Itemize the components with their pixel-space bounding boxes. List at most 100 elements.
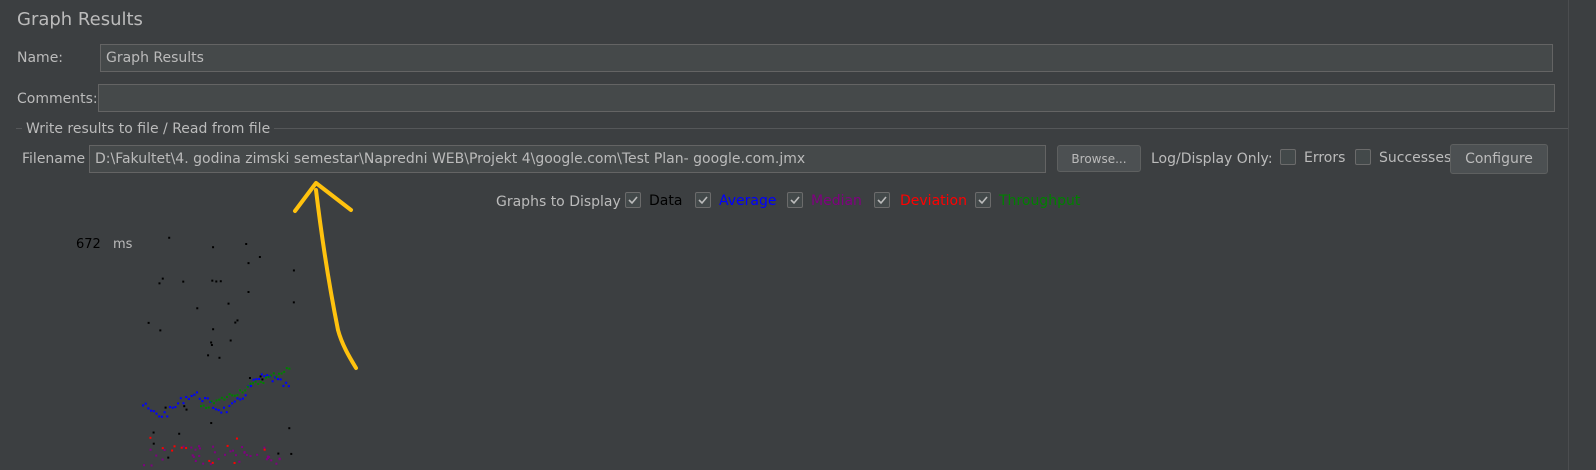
throughput-point	[213, 402, 215, 405]
deviation-checkbox[interactable]	[874, 192, 890, 208]
deviation-point	[208, 459, 211, 462]
data-point	[218, 356, 221, 359]
average-point	[228, 404, 231, 407]
median-checkbox[interactable]	[787, 192, 803, 208]
check-icon	[978, 196, 988, 205]
average-point	[204, 397, 207, 400]
median-point	[182, 445, 185, 448]
throughput-point	[280, 372, 283, 375]
average-point	[187, 398, 190, 401]
data-point	[210, 343, 213, 346]
throughput-point	[265, 376, 267, 379]
deviation-point	[161, 447, 164, 450]
average-point	[217, 409, 220, 412]
average-point	[185, 396, 188, 399]
median-point	[234, 454, 237, 457]
data-point	[247, 290, 250, 293]
data-point	[236, 319, 239, 322]
average-point	[239, 398, 242, 401]
data-checkbox[interactable]	[625, 192, 641, 208]
throughput-point	[249, 382, 252, 385]
data-point	[152, 442, 155, 445]
throughput-point	[236, 393, 239, 396]
throughput-checkbox[interactable]	[975, 192, 991, 208]
average-point	[201, 400, 204, 403]
data-point	[158, 282, 161, 285]
vertical-scrollbar[interactable]	[1568, 0, 1596, 470]
throughput-point	[272, 372, 275, 375]
filename-input[interactable]: D:\Fakultet\4. godina zimski semestar\Na…	[89, 145, 1046, 173]
data-point	[152, 431, 155, 434]
median-point	[243, 451, 246, 454]
average-point	[220, 411, 223, 414]
data-point	[277, 452, 280, 455]
average-point	[177, 402, 180, 405]
average-point	[163, 411, 166, 414]
errors-label: Errors	[1304, 150, 1346, 166]
median-point	[229, 450, 232, 453]
data-point	[210, 422, 213, 425]
throughput-point	[202, 404, 205, 407]
successes-label: Successes	[1379, 150, 1452, 166]
deviation-point	[180, 446, 183, 449]
deviation-point	[235, 437, 238, 440]
average-point	[236, 397, 239, 400]
data-point	[247, 262, 250, 265]
data-point	[259, 375, 262, 378]
median-point	[155, 454, 158, 457]
data-point	[288, 427, 291, 430]
log-display-only-label: Log/Display Only:	[1151, 151, 1273, 167]
average-option-label: Average	[719, 193, 777, 209]
data-point	[261, 378, 264, 381]
average-point	[193, 393, 196, 396]
deviation-point	[263, 448, 266, 451]
configure-button[interactable]: Configure	[1450, 144, 1548, 174]
average-point	[233, 400, 236, 403]
deviation-point	[171, 449, 174, 452]
median-point	[275, 462, 278, 465]
average-checkbox[interactable]	[695, 192, 711, 208]
average-point	[282, 384, 285, 387]
median-point	[143, 464, 146, 467]
data-point	[212, 328, 215, 331]
browse-button[interactable]: Browse...	[1057, 145, 1141, 172]
average-point	[150, 409, 153, 412]
data-point	[159, 329, 162, 332]
median-point	[209, 463, 212, 466]
errors-checkbox[interactable]	[1280, 149, 1296, 165]
average-point	[244, 394, 247, 397]
comments-input[interactable]	[98, 84, 1555, 112]
check-icon	[790, 196, 800, 205]
name-input-value: Graph Results	[106, 50, 204, 66]
median-point	[213, 451, 216, 454]
successes-checkbox[interactable]	[1355, 149, 1371, 165]
data-point	[207, 354, 210, 357]
throughput-point	[218, 398, 221, 401]
panel-title: Graph Results	[17, 9, 143, 30]
average-point	[158, 415, 161, 418]
data-point	[248, 377, 251, 380]
median-point	[212, 445, 215, 448]
average-point	[285, 381, 288, 384]
average-point	[271, 380, 274, 383]
median-point	[163, 449, 166, 452]
throughput-point	[233, 394, 236, 397]
median-point	[194, 460, 197, 463]
filename-input-value: D:\Fakultet\4. godina zimski semestar\Na…	[95, 151, 806, 167]
throughput-point	[205, 406, 208, 409]
median-point	[190, 446, 193, 449]
data-point	[292, 269, 295, 272]
throughput-point	[270, 374, 273, 377]
throughput-point	[285, 367, 288, 370]
average-point	[266, 374, 269, 377]
median-point	[202, 462, 205, 465]
deviation-point	[233, 462, 236, 465]
deviation-point	[173, 445, 176, 448]
data-point	[227, 302, 230, 305]
data-point	[215, 280, 218, 283]
median-point	[256, 453, 259, 456]
name-input[interactable]: Graph Results	[100, 44, 1553, 72]
median-point	[245, 454, 248, 457]
median-point	[232, 449, 235, 452]
graph-results-panel: Graph Results Name: Graph Results Commen…	[0, 0, 1596, 470]
